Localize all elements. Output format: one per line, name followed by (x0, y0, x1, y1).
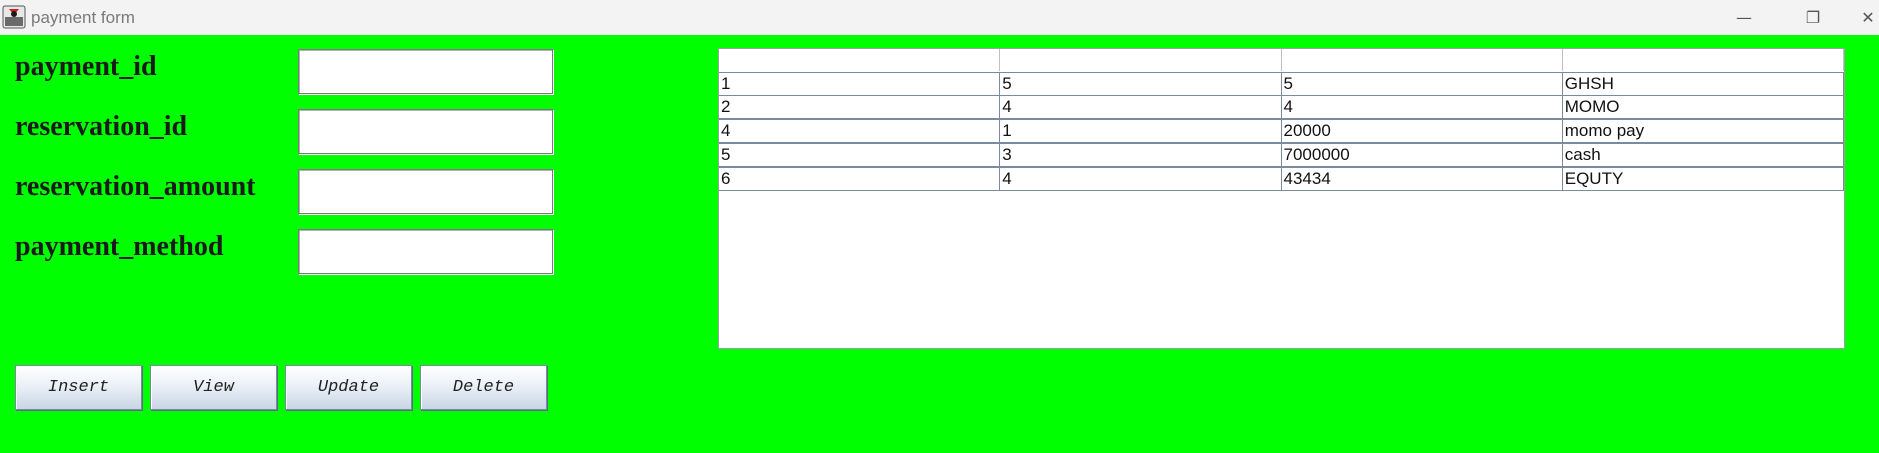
table-cell[interactable]: momo pay (1562, 119, 1844, 143)
table-row[interactable]: 6 4 43434 EQUTY (719, 167, 1844, 192)
reservation-amount-label: reservation_amount (15, 171, 256, 202)
column-header[interactable] (1000, 49, 1282, 71)
payment-id-label: payment_id (15, 51, 157, 82)
reservation-id-input[interactable] (298, 109, 553, 154)
table-row[interactable]: 1 5 5 GHSH (719, 72, 1844, 96)
window-title: payment form (31, 8, 135, 27)
column-header[interactable] (719, 49, 1001, 71)
table-cell[interactable]: 1 (719, 72, 1001, 96)
java-app-icon[interactable] (2, 5, 26, 29)
table-cell[interactable]: cash (1562, 143, 1844, 167)
view-button[interactable]: View (150, 365, 277, 410)
table-cell[interactable]: 4 (1281, 95, 1563, 119)
table-cell[interactable]: 4 (719, 119, 1001, 143)
title-bar: payment form — ❐ ✕ (0, 0, 1879, 35)
table-cell[interactable]: 4 (1000, 95, 1282, 119)
payment-form-panel: payment_id reservation_id reservation_am… (0, 35, 1879, 453)
table-cell[interactable]: 5 (1000, 72, 1282, 96)
table-header (719, 49, 1844, 71)
reservation-id-label: reservation_id (15, 111, 188, 142)
table-body: 1 5 5 GHSH 2 4 4 MOMO 4 1 20000 momo pay… (719, 72, 1844, 192)
table-row[interactable]: 2 4 4 MOMO (719, 95, 1844, 120)
payment-method-input[interactable] (298, 229, 553, 274)
table-cell[interactable]: 6 (719, 167, 1001, 191)
table-cell[interactable]: 4 (1000, 167, 1282, 191)
maximize-button[interactable]: ❐ (1790, 0, 1836, 35)
table-cell[interactable]: MOMO (1562, 95, 1844, 119)
minimize-button[interactable]: — (1721, 0, 1767, 35)
table-cell[interactable]: 1 (1000, 119, 1282, 143)
minimize-icon: — (1736, 8, 1752, 27)
payment-id-input[interactable] (298, 49, 553, 94)
table-cell[interactable]: 5 (1281, 72, 1563, 96)
delete-button[interactable]: Delete (420, 365, 547, 410)
column-header[interactable] (1281, 49, 1563, 71)
table-cell[interactable]: 43434 (1281, 167, 1563, 191)
restore-icon: ❐ (1805, 8, 1821, 27)
table-cell[interactable]: GHSH (1562, 72, 1844, 96)
table-row[interactable]: 5 3 7000000 cash (719, 143, 1844, 168)
table-row[interactable]: 4 1 20000 momo pay (719, 119, 1844, 144)
column-header[interactable] (1562, 49, 1844, 71)
payments-table[interactable]: 1 5 5 GHSH 2 4 4 MOMO 4 1 20000 momo pay… (718, 48, 1845, 349)
table-cell[interactable]: 3 (1000, 143, 1282, 167)
reservation-amount-input[interactable] (298, 169, 553, 214)
close-icon: ✕ (1861, 8, 1875, 27)
payment-method-label: payment_method (15, 231, 224, 262)
table-cell[interactable]: 20000 (1281, 119, 1563, 143)
update-button[interactable]: Update (285, 365, 412, 410)
table-cell[interactable]: 2 (719, 95, 1001, 119)
insert-button[interactable]: Insert (15, 365, 142, 410)
close-button[interactable]: ✕ (1857, 0, 1879, 35)
table-cell[interactable]: EQUTY (1562, 167, 1844, 191)
table-cell[interactable]: 7000000 (1281, 143, 1563, 167)
table-cell[interactable]: 5 (719, 143, 1001, 167)
